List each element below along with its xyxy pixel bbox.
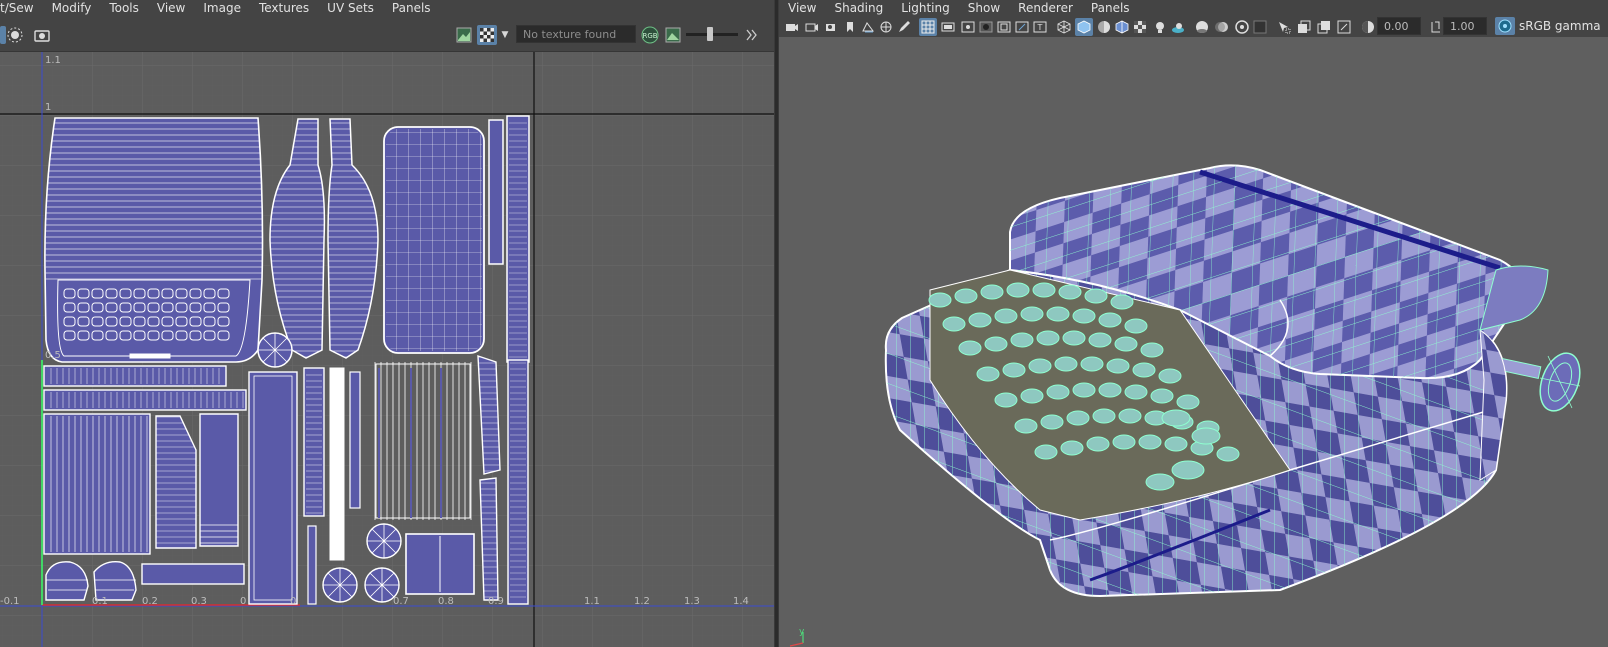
textured-icon[interactable] — [1131, 18, 1149, 36]
bookmark-camera-icon[interactable] — [823, 18, 841, 36]
texture-name-field[interactable]: No texture found — [516, 25, 636, 43]
xray-active-components-icon[interactable] — [1335, 18, 1353, 36]
motion-blur-icon[interactable] — [1213, 18, 1231, 36]
uv-axis-label-x-7: 0.8 — [438, 596, 454, 607]
uv-menu-cut-sew[interactable]: t/Sew — [0, 0, 43, 17]
typewriter-platen-knob[interactable] — [1494, 348, 1587, 417]
xray-icon[interactable] — [1295, 18, 1313, 36]
uv-menu-view[interactable]: View — [148, 0, 194, 17]
uv-axis-label-x-9: 1.1 — [584, 596, 600, 607]
safe-action-icon[interactable] — [1013, 18, 1031, 36]
smooth-shade-icon[interactable] — [1075, 18, 1093, 36]
toolbar-overflow-icon[interactable] — [744, 26, 758, 44]
vp-menu-show[interactable]: Show — [959, 0, 1009, 17]
isolate-select-icon[interactable] — [1275, 18, 1293, 36]
resolution-gate-icon[interactable] — [959, 18, 977, 36]
display-image-icon[interactable] — [455, 26, 473, 44]
pivot-icon[interactable] — [6, 26, 24, 44]
safe-title-icon[interactable]: T — [1031, 18, 1049, 36]
color-management-icon[interactable] — [1495, 17, 1515, 35]
two-d-pan-icon[interactable] — [877, 18, 895, 36]
uv-axis-label-top-b: 1 — [45, 102, 52, 113]
uv-axis-label-x-10: 1.2 — [634, 596, 650, 607]
depth-of-field-icon[interactable] — [1251, 18, 1269, 36]
wireframe-on-shaded-icon[interactable] — [1113, 18, 1131, 36]
viewport-canvas[interactable]: y — [779, 37, 1608, 647]
uv-axis-label-x-8: 0.9 — [488, 596, 504, 607]
grid-toggle-icon[interactable] — [919, 18, 937, 36]
uv-grid-svg — [0, 52, 774, 647]
exposure-field[interactable]: 0.00 — [1377, 17, 1421, 35]
uv-axis-label-x-3: 0.3 — [191, 596, 207, 607]
field-chart-icon[interactable] — [995, 18, 1013, 36]
uv-axis-label-x-4: 0 — [240, 596, 247, 607]
uv-canvas[interactable]: 1.1 1 0.5 -0.1 0.1 0.2 0.3 0 0 0.7 0.8 0… — [0, 52, 774, 647]
viewport-menubar: View Shading Lighting Show Renderer Pane… — [779, 0, 1608, 17]
typewriter-3d-view: y — [789, 164, 1587, 647]
uv-menu-panels[interactable]: Panels — [383, 0, 440, 17]
view-transform-label[interactable]: sRGB gamma — [1517, 18, 1603, 35]
grease-pencil-icon[interactable] — [895, 18, 913, 36]
image-exposure-icon[interactable] — [664, 26, 682, 44]
snapshot-camera-icon[interactable] — [33, 26, 51, 44]
exposure-slider-thumb[interactable] — [707, 27, 713, 41]
uv-menu-textures[interactable]: Textures — [250, 0, 318, 17]
vp-menu-renderer[interactable]: Renderer — [1009, 0, 1082, 17]
use-all-lights-icon[interactable] — [1151, 18, 1169, 36]
uv-axis-label-x-6: 0.7 — [393, 596, 409, 607]
uv-menu-tools[interactable]: Tools — [100, 0, 148, 17]
uv-axis-label-x-0: -0.1 — [0, 596, 20, 607]
vp-menu-panels[interactable]: Panels — [1082, 0, 1139, 17]
shadows-icon[interactable] — [1169, 18, 1187, 36]
uv-toolbar: ▼ No texture found RGB — [0, 17, 774, 52]
svg-text:T: T — [1037, 23, 1043, 32]
viewport-panel: View Shading Lighting Show Renderer Pane… — [779, 0, 1608, 647]
wireframe-shading-icon[interactable] — [1055, 18, 1073, 36]
uv-menu-image[interactable]: Image — [194, 0, 250, 17]
viewport-toolbar: T 0.00 1.00 sRGB gamma — [779, 17, 1608, 37]
uv-axis-label-left-mid: 0.5 — [45, 350, 61, 361]
uv-axis-label-top-a: 1.1 — [45, 55, 61, 66]
uv-menu-uv-sets[interactable]: UV Sets — [318, 0, 383, 17]
bookmark-icon[interactable] — [841, 18, 859, 36]
image-plane-icon[interactable] — [859, 18, 877, 36]
multisample-aa-icon[interactable] — [1233, 18, 1251, 36]
screen-space-ao-icon[interactable] — [1193, 18, 1211, 36]
rgb-channel-icon[interactable]: RGB — [640, 26, 660, 44]
uv-shell-platen[interactable] — [405, 533, 475, 595]
gamma-field[interactable]: 1.00 — [1443, 17, 1487, 35]
checker-dropdown-icon[interactable]: ▼ — [500, 26, 510, 44]
checker-display-icon[interactable] — [477, 25, 497, 45]
uv-shell-top-cover[interactable] — [383, 126, 485, 354]
gate-mask-icon[interactable] — [977, 18, 995, 36]
uv-axis-label-x-2: 0.2 — [142, 596, 158, 607]
uv-axis-label-x-1: 0.1 — [92, 596, 108, 607]
view-axis-gizmo: y — [789, 627, 805, 647]
uv-axis-label-x-12: 1.4 — [733, 596, 749, 607]
film-gate-icon[interactable] — [939, 18, 957, 36]
uv-shell-key-stems[interactable] — [374, 362, 472, 520]
exposure-icon[interactable] — [1359, 18, 1377, 36]
maya-workspace: t/Sew Modify Tools View Image Textures U… — [0, 0, 1608, 647]
vp-menu-shading[interactable]: Shading — [825, 0, 892, 17]
rgb-label: RGB — [642, 32, 657, 40]
xray-joints-icon[interactable] — [1315, 18, 1333, 36]
uv-axis-label-x-5: 0 — [290, 596, 297, 607]
vp-menu-view[interactable]: View — [779, 0, 825, 17]
default-material-icon[interactable] — [1095, 18, 1113, 36]
uv-menu-modify[interactable]: Modify — [43, 0, 101, 17]
uv-shell-knob-a[interactable] — [257, 332, 293, 368]
uv-axis-label-x-11: 1.3 — [684, 596, 700, 607]
axis-y-label: y — [799, 627, 805, 637]
camera-attributes-icon[interactable] — [803, 18, 821, 36]
uv-menubar: t/Sew Modify Tools View Image Textures U… — [0, 0, 774, 17]
camera-select-icon[interactable] — [783, 18, 801, 36]
vp-menu-lighting[interactable]: Lighting — [892, 0, 959, 17]
uv-editor-panel: t/Sew Modify Tools View Image Textures U… — [0, 0, 774, 647]
